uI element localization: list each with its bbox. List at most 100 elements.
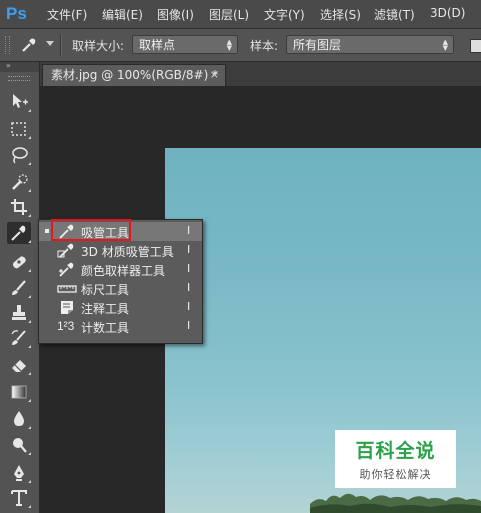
menu-image[interactable]: 图像(I): [157, 6, 194, 23]
color-sampler-icon: [57, 261, 77, 278]
menu-layer[interactable]: 图层(L): [209, 6, 249, 23]
menu-bar: Ps 文件(F) 编辑(E) 图像(I) 图层(L) 文字(Y) 选择(S) 滤…: [0, 0, 481, 29]
menu-file[interactable]: 文件(F): [47, 6, 87, 23]
show-ring-checkbox[interactable]: [470, 39, 481, 53]
lasso-icon: [12, 147, 28, 164]
spot-heal-icon: [12, 256, 26, 269]
note-icon: [57, 299, 77, 316]
flyout-item-label: 注释工具: [81, 302, 130, 316]
menu-3d[interactable]: 3D(D): [430, 6, 465, 20]
flyout-item-label: 计数工具: [81, 321, 130, 335]
eraser-tool[interactable]: [7, 354, 31, 376]
quick-select-tool[interactable]: [7, 171, 31, 193]
flyout-item-count[interactable]: 1²3 计数工具 I: [39, 317, 202, 336]
sample-size-label: 取样大小:: [72, 39, 125, 53]
tools-panel-header[interactable]: »: [0, 61, 39, 72]
submenu-triangle-icon: [28, 136, 31, 139]
menu-edit[interactable]: 编辑(E): [102, 6, 143, 23]
tree-silhouette: [310, 493, 481, 513]
flyout-item-label: 标尺工具: [81, 283, 130, 297]
submenu-triangle-icon: [28, 426, 31, 429]
highlight-box: [51, 219, 131, 241]
gradient-icon: [11, 385, 27, 399]
eyedropper-tool[interactable]: [7, 222, 31, 244]
eyedropper-icon[interactable]: [20, 36, 38, 54]
submenu-triangle-icon: [28, 505, 31, 508]
gradient-tool[interactable]: [7, 381, 31, 403]
document-tab-title: 素材.jpg @ 100%(RGB/8#) *: [51, 68, 219, 82]
sample-select[interactable]: 所有图层 ▲ ▼: [286, 35, 454, 54]
ruler-icon: [57, 280, 77, 297]
watermark-title: 百科全说: [355, 440, 436, 462]
pen-icon: [14, 465, 24, 481]
submenu-triangle-icon: [28, 480, 31, 483]
collapse-icon[interactable]: »: [6, 61, 12, 70]
dodge-tool[interactable]: [7, 434, 31, 456]
sample-size-value: 取样点: [139, 38, 176, 52]
sample-value: 所有图层: [293, 38, 342, 52]
submenu-triangle-icon: [28, 295, 31, 298]
brush-tool[interactable]: [7, 277, 31, 299]
divider: [60, 34, 62, 56]
flyout-item-shortcut: I: [187, 281, 191, 294]
flyout-item-shortcut: I: [187, 300, 191, 313]
select-arrows-icon: ▲ ▼: [226, 38, 232, 52]
document-tab-strip: 素材.jpg @ 100%(RGB/8#) * ×: [40, 62, 481, 86]
photoshop-logo: Ps: [6, 4, 27, 23]
marquee-tool[interactable]: [7, 118, 31, 140]
tools-panel: »: [0, 61, 40, 513]
close-icon[interactable]: ×: [210, 65, 219, 85]
menu-select[interactable]: 选择(S): [320, 6, 361, 23]
crop-icon: [11, 199, 27, 215]
sample-size-select[interactable]: 取样点 ▲ ▼: [132, 35, 238, 54]
history-brush-tool[interactable]: [7, 327, 31, 349]
sample-label: 样本:: [250, 39, 279, 53]
tools-grip[interactable]: [8, 76, 30, 81]
crop-tool[interactable]: [7, 196, 31, 218]
move-tool[interactable]: [7, 91, 31, 113]
submenu-triangle-icon: [28, 109, 31, 112]
lasso-tool[interactable]: [7, 144, 31, 166]
clone-stamp-tool[interactable]: [7, 302, 31, 324]
flyout-item-note[interactable]: 注释工具 I: [39, 298, 202, 317]
dodge-icon: [13, 438, 27, 453]
flyout-item-shortcut: I: [187, 319, 191, 332]
blur-icon: [14, 411, 24, 426]
submenu-triangle-icon: [28, 320, 31, 323]
eraser-icon: [12, 360, 26, 372]
spot-heal-tool[interactable]: [7, 251, 31, 273]
flyout-item-ruler[interactable]: 标尺工具 I: [39, 279, 202, 298]
options-grip[interactable]: [5, 36, 10, 54]
tool-preset-caret-icon[interactable]: [46, 41, 54, 46]
type-tool[interactable]: [7, 487, 31, 509]
flyout-item-label: 3D 材质吸管工具: [81, 245, 174, 259]
blur-tool[interactable]: [7, 408, 31, 430]
flyout-item-3d-material-eyedropper[interactable]: 3D 材质吸管工具 I: [39, 241, 202, 260]
submenu-triangle-icon: [28, 269, 31, 272]
flyout-item-label: 颜色取样器工具: [81, 264, 166, 278]
menu-type[interactable]: 文字(Y): [264, 6, 305, 23]
submenu-triangle-icon: [28, 345, 31, 348]
type-icon: [11, 490, 27, 506]
brush-icon: [12, 280, 26, 295]
watermark-subtitle: 助你轻松解决: [359, 468, 432, 481]
history-brush-icon: [11, 330, 26, 345]
move-icon: [13, 94, 28, 108]
3d-material-eyedropper-icon: [57, 242, 77, 259]
submenu-triangle-icon: [28, 372, 31, 375]
selected-bullet-icon: [45, 229, 49, 233]
count-icon: 1²3: [57, 319, 75, 333]
clone-stamp-icon: [12, 305, 26, 320]
menu-filter[interactable]: 滤镜(T): [374, 6, 415, 23]
document-tab[interactable]: 素材.jpg @ 100%(RGB/8#) * ×: [42, 64, 226, 86]
options-bar: 取样大小: 取样点 ▲ ▼ 样本: 所有图层 ▲ ▼: [0, 29, 481, 62]
flyout-item-shortcut: I: [187, 262, 191, 275]
submenu-triangle-icon: [28, 189, 31, 192]
submenu-triangle-icon: [28, 240, 31, 243]
submenu-triangle-icon: [28, 214, 31, 217]
flyout-item-color-sampler[interactable]: 颜色取样器工具 I: [39, 260, 202, 279]
flyout-item-shortcut: I: [187, 224, 191, 237]
watermark: 百科全说 助你轻松解决: [335, 430, 456, 488]
pen-tool[interactable]: [7, 462, 31, 484]
select-arrows-icon: ▲ ▼: [442, 38, 448, 52]
